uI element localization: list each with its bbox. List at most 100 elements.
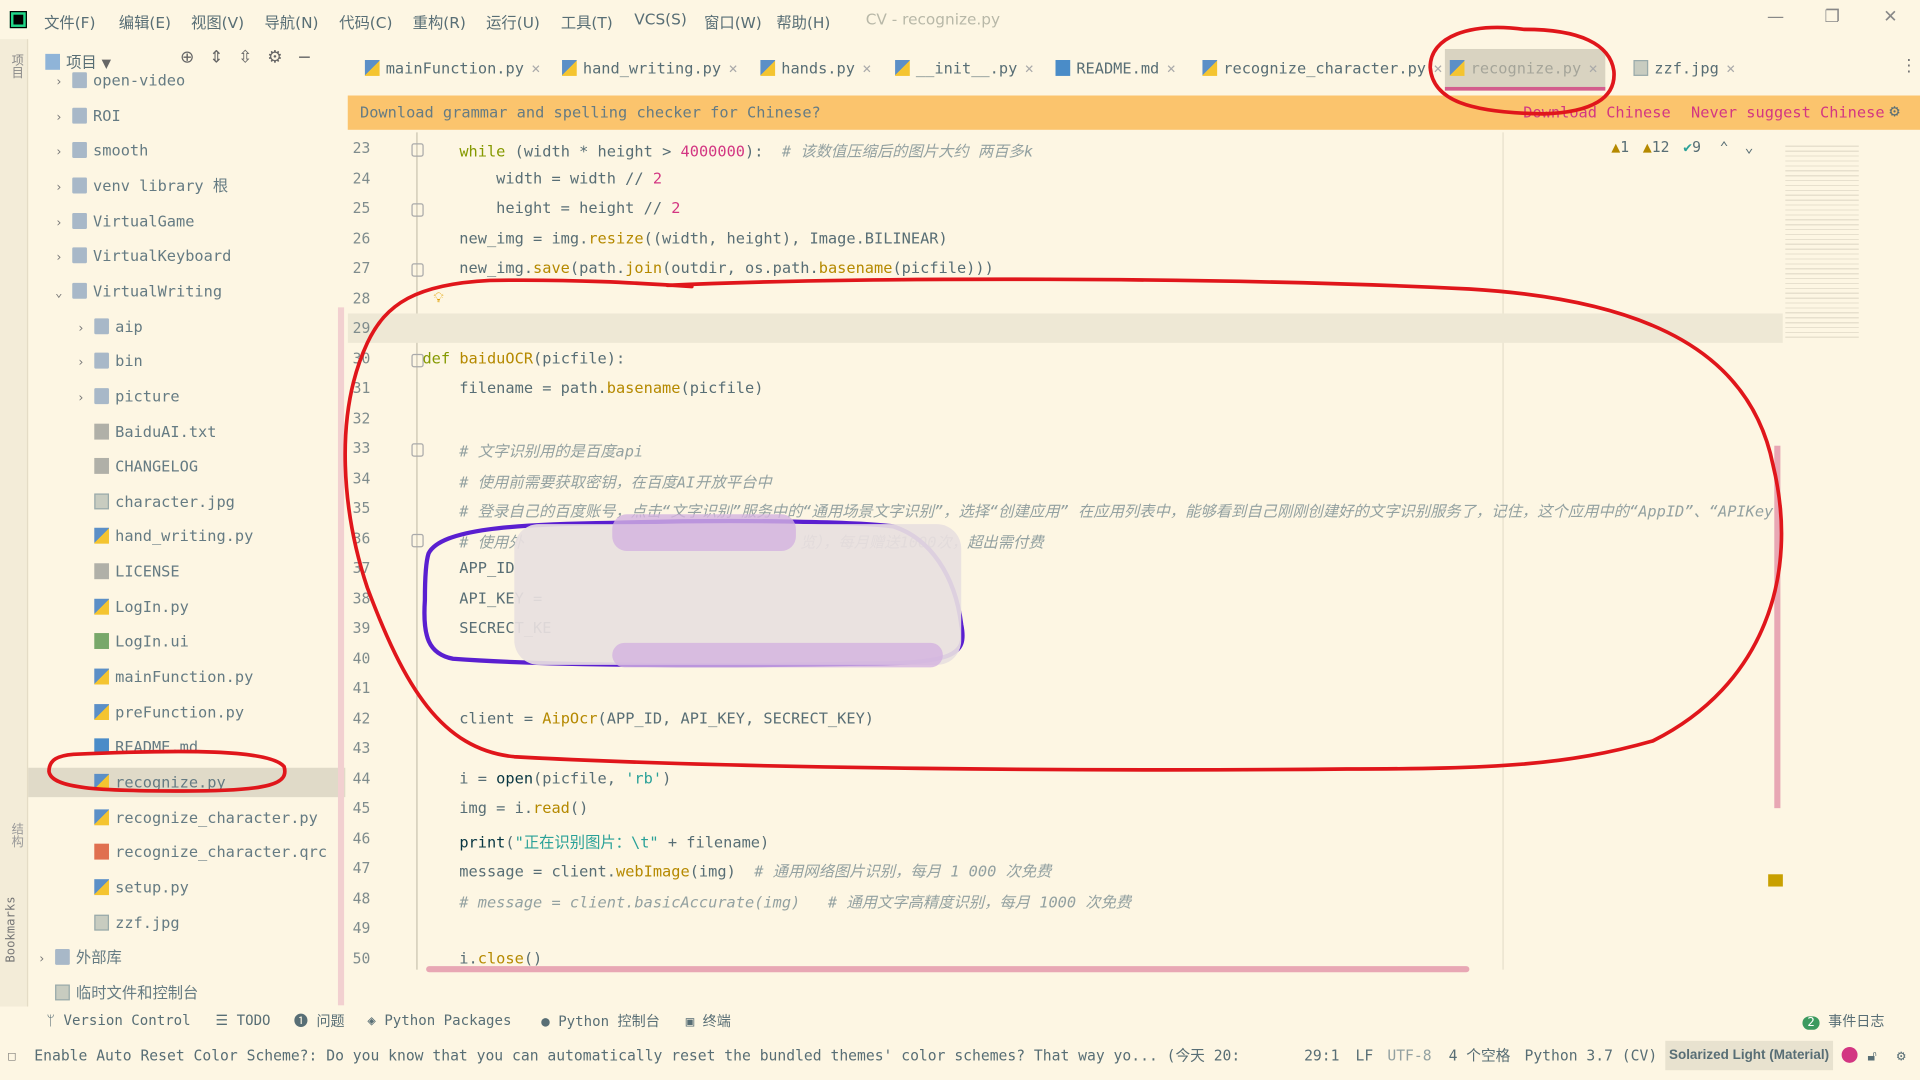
expand-all-icon[interactable]: ⇕ (209, 48, 238, 68)
menu-item[interactable]: 窗口(W) (704, 10, 762, 33)
panel-actions[interactable]: ⊕⇕⇳⚙− (180, 48, 326, 68)
download-chinese-link[interactable]: Download Chinese (1523, 96, 1670, 129)
bookmarks-tool-button[interactable]: Bookmarks (5, 896, 18, 962)
chevron-right-icon[interactable]: › (55, 174, 72, 203)
lightbulb-icon[interactable]: 💡︎ (433, 288, 443, 306)
tree-item[interactable]: LogIn.ui (28, 627, 345, 656)
chevron-right-icon[interactable]: › (55, 244, 72, 273)
file-encoding[interactable]: UTF-8 (1387, 1041, 1431, 1070)
menu-item[interactable]: 视图(V) (191, 10, 244, 33)
minimize-button[interactable]: — (1767, 7, 1784, 27)
tab-recognize-character-py[interactable]: recognize_character.py × (1198, 49, 1450, 91)
code-editor[interactable]: 23 while (width * height > 4000000): # 该… (347, 132, 1783, 970)
menu-item[interactable]: 导航(N) (264, 10, 318, 33)
previous-highlight-icon[interactable]: ⌃ (1720, 138, 1729, 155)
tree-item[interactable]: character.jpg (28, 487, 345, 516)
project-scrollbar[interactable] (337, 307, 345, 1006)
close-tab-icon[interactable]: × (1433, 59, 1442, 77)
close-tab-icon[interactable]: × (1726, 59, 1735, 77)
tab-mainfunction-py[interactable]: mainFunction.py × (360, 49, 548, 91)
line-separator[interactable]: LF (1356, 1041, 1374, 1070)
chevron-right-icon[interactable]: › (55, 69, 72, 98)
chevron-right-icon[interactable]: › (55, 139, 72, 168)
tree-item[interactable]: › aip (28, 312, 345, 341)
restore-button[interactable]: ❐ (1824, 7, 1839, 27)
vertical-scroll-thumb[interactable] (1774, 445, 1781, 809)
menu-item[interactable]: VCS(S) (634, 10, 687, 28)
status-message[interactable]: Enable Auto Reset Color Scheme?: Do you … (34, 1041, 1240, 1070)
menu-item[interactable]: 代码(C) (339, 10, 392, 33)
indent-setting[interactable]: 4 个空格 (1449, 1041, 1511, 1070)
chevron-right-icon[interactable]: › (55, 209, 72, 238)
tree-item[interactable]: › VirtualGame (28, 206, 345, 235)
minimap-scrollbar[interactable] (1768, 132, 1920, 977)
chevron-right-icon[interactable]: › (77, 349, 94, 378)
tool-window-1[interactable]: ☰ TODO (216, 1011, 271, 1028)
close-tab-icon[interactable]: × (1589, 59, 1598, 77)
tree-item[interactable]: setup.py (28, 873, 345, 902)
tree-item[interactable]: preFunction.py (28, 698, 345, 727)
more-tabs-icon[interactable]: ⋮ (1900, 56, 1917, 76)
tool-window-0[interactable]: ᛘ Version Control (47, 1011, 191, 1028)
gear-icon[interactable]: ⚙ (267, 48, 297, 68)
menu-item[interactable]: 编辑(E) (119, 10, 171, 33)
chevron-right-icon[interactable]: › (55, 104, 72, 133)
close-tab-icon[interactable]: × (1167, 59, 1176, 77)
chevron-right-icon[interactable]: › (77, 384, 94, 413)
chevron-right-icon[interactable]: › (77, 314, 94, 343)
theme-switcher[interactable]: Solarized Light (Material) (1665, 1040, 1833, 1071)
tool-window-4[interactable]: ● Python 控制台 (541, 1011, 660, 1031)
settings-gear-icon[interactable]: ⚙ (1897, 1041, 1906, 1070)
tree-item[interactable]: › 外部库 (28, 943, 345, 972)
structure-tool-button[interactable]: 结构 (6, 823, 24, 847)
tree-item[interactable]: mainFunction.py (28, 663, 345, 692)
tree-item[interactable]: › ROI (28, 101, 345, 130)
tool-window-2[interactable]: ❶ 问题 (294, 1011, 345, 1031)
tree-item[interactable]: README.md (28, 733, 345, 762)
menu-item[interactable]: 文件(F) (44, 10, 95, 33)
tree-item[interactable]: › picture (28, 382, 345, 411)
tree-item[interactable]: › VirtualKeyboard (28, 242, 345, 271)
tree-item[interactable]: recognize.py (28, 767, 346, 798)
tree-item[interactable]: hand_writing.py (28, 522, 345, 551)
tree-item[interactable]: CHANGELOG (28, 452, 345, 481)
next-highlight-icon[interactable]: ⌄ (1745, 138, 1754, 155)
project-tool-button[interactable]: 项目 (6, 54, 24, 78)
tab--init-py[interactable]: __init__.py × (890, 49, 1041, 91)
unlock-icon[interactable]: 🔓︎ (1867, 1041, 1877, 1070)
tool-window-5[interactable]: ▣ 终端 (686, 1011, 731, 1031)
tree-item[interactable]: › venv library 根 (28, 171, 345, 200)
tree-item[interactable]: LogIn.py (28, 592, 345, 621)
chevron-right-icon[interactable]: › (38, 946, 55, 975)
tree-item[interactable]: recognize_character.py (28, 803, 345, 832)
close-tab-icon[interactable]: × (728, 59, 737, 77)
tree-item[interactable]: › smooth (28, 136, 345, 165)
close-tab-icon[interactable]: × (531, 59, 540, 77)
tree-item[interactable]: BaiduAI.txt (28, 417, 345, 446)
tree-item[interactable]: LICENSE (28, 557, 345, 586)
tree-item[interactable]: ⌄ VirtualWriting (28, 277, 345, 306)
event-log-button[interactable]: 2 事件日志 (1802, 1011, 1884, 1031)
tool-window-3[interactable]: ◈ Python Packages (367, 1011, 511, 1028)
close-tab-icon[interactable]: × (1025, 59, 1034, 77)
tree-item[interactable]: zzf.jpg (28, 908, 345, 937)
menu-item[interactable]: 帮助(H) (776, 10, 830, 33)
menu-item[interactable]: 工具(T) (561, 10, 613, 33)
menu-item[interactable]: 重构(R) (413, 10, 466, 33)
menu-item[interactable]: 运行(U) (486, 10, 540, 33)
gear-icon[interactable]: ⚙ (1889, 96, 1899, 129)
tab-hand-writing-py[interactable]: hand_writing.py × (557, 49, 745, 91)
inspection-widget[interactable]: ▲1 ▲12 ✔9 ⌃ ⌄ (1611, 138, 1753, 155)
tree-item[interactable]: recognize_character.qrc (28, 838, 345, 867)
python-interpreter[interactable]: Python 3.7 (CV) (1524, 1041, 1657, 1070)
collapse-all-icon[interactable]: ⇳ (238, 48, 267, 68)
tab-hands-py[interactable]: hands.py × (756, 49, 879, 91)
chevron-down-icon[interactable]: ⌄ (55, 279, 72, 308)
tab-recognize-py[interactable]: recognize.py × (1444, 48, 1606, 91)
tab-readme-md[interactable]: README.md × (1051, 49, 1184, 91)
tree-item[interactable]: › bin (28, 347, 345, 376)
never-suggest-link[interactable]: Never suggest Chinese (1691, 96, 1885, 129)
caret-position[interactable]: 29:1 (1304, 1041, 1339, 1070)
locate-icon[interactable]: ⊕ (180, 48, 209, 68)
hide-icon[interactable]: − (297, 48, 326, 68)
